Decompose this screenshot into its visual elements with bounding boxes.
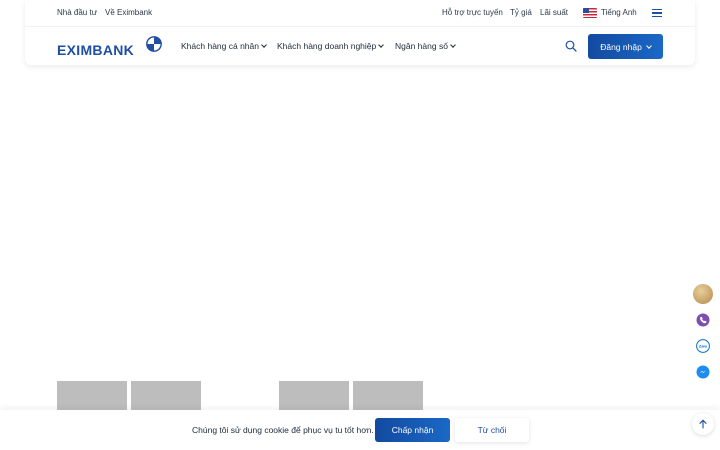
site-header: Nhà đầu tư Về Eximbank Hỗ trợ trực tuyến… <box>25 0 695 65</box>
nav-business-label: Khách hàng doanh nghiệp <box>277 41 377 51</box>
accept-cookies-button[interactable]: Chấp nhận <box>375 418 450 442</box>
placeholder-image <box>131 381 201 411</box>
chevron-down-icon <box>645 42 652 49</box>
about-eximbank-link[interactable]: Về Eximbank <box>105 8 152 17</box>
nav-business-customers[interactable]: Khách hàng doanh nghiệp <box>277 41 385 51</box>
nav-personal-customers[interactable]: Khách hàng cá nhân <box>181 41 267 51</box>
nav-digital-banking[interactable]: Ngân hàng số <box>395 41 456 51</box>
hamburger-menu-icon[interactable] <box>652 9 662 17</box>
investor-link[interactable]: Nhà đầu tư <box>57 8 97 17</box>
accept-label: Chấp nhận <box>391 425 434 435</box>
placeholder-image <box>279 381 349 411</box>
cookie-consent-bar: Chúng tôi sử dụng cookie để phục vụ tu t… <box>0 410 720 450</box>
avatar-icon[interactable] <box>693 284 713 304</box>
main-nav: EXIMBANK Khách hàng cá nhân Khách hàng d… <box>25 26 695 65</box>
svg-text:Zalo: Zalo <box>699 344 708 349</box>
page: Nhà đầu tư Về Eximbank Hỗ trợ trực tuyến… <box>0 0 720 450</box>
chevron-down-icon <box>261 42 267 48</box>
exchange-rate-link[interactable]: Tỷ giá <box>510 8 532 17</box>
messenger-icon[interactable] <box>693 362 713 382</box>
placeholder-image <box>57 381 127 411</box>
viber-icon[interactable] <box>693 310 713 330</box>
login-label: Đăng nhập <box>600 41 642 52</box>
chevron-down-icon <box>450 42 456 48</box>
eximbank-logo-mark-icon <box>146 36 162 52</box>
decline-label: Từ chối <box>477 425 507 435</box>
chevron-down-icon <box>378 42 385 48</box>
nav-digital-label: Ngân hàng số <box>395 41 448 51</box>
interest-rate-link[interactable]: Lãi suất <box>540 8 568 17</box>
cookie-message: Chúng tôi sử dụng cookie để phục vụ tu t… <box>192 425 374 435</box>
online-support-link[interactable]: Hỗ trợ trực tuyến <box>442 8 503 17</box>
search-icon[interactable] <box>565 40 577 52</box>
zalo-icon[interactable]: Zalo <box>693 336 713 356</box>
decline-cookies-button[interactable]: Từ chối <box>455 418 529 442</box>
eximbank-logo[interactable]: EXIMBANK <box>57 42 134 58</box>
login-button[interactable]: Đăng nhập <box>588 34 663 59</box>
top-bar: Nhà đầu tư Về Eximbank Hỗ trợ trực tuyến… <box>25 0 695 26</box>
language-switch[interactable]: Tiếng Anh <box>601 8 637 17</box>
nav-personal-label: Khách hàng cá nhân <box>181 41 259 51</box>
us-flag-icon[interactable] <box>583 8 597 18</box>
scroll-top-icon[interactable] <box>692 413 714 435</box>
placeholder-image <box>353 381 423 411</box>
